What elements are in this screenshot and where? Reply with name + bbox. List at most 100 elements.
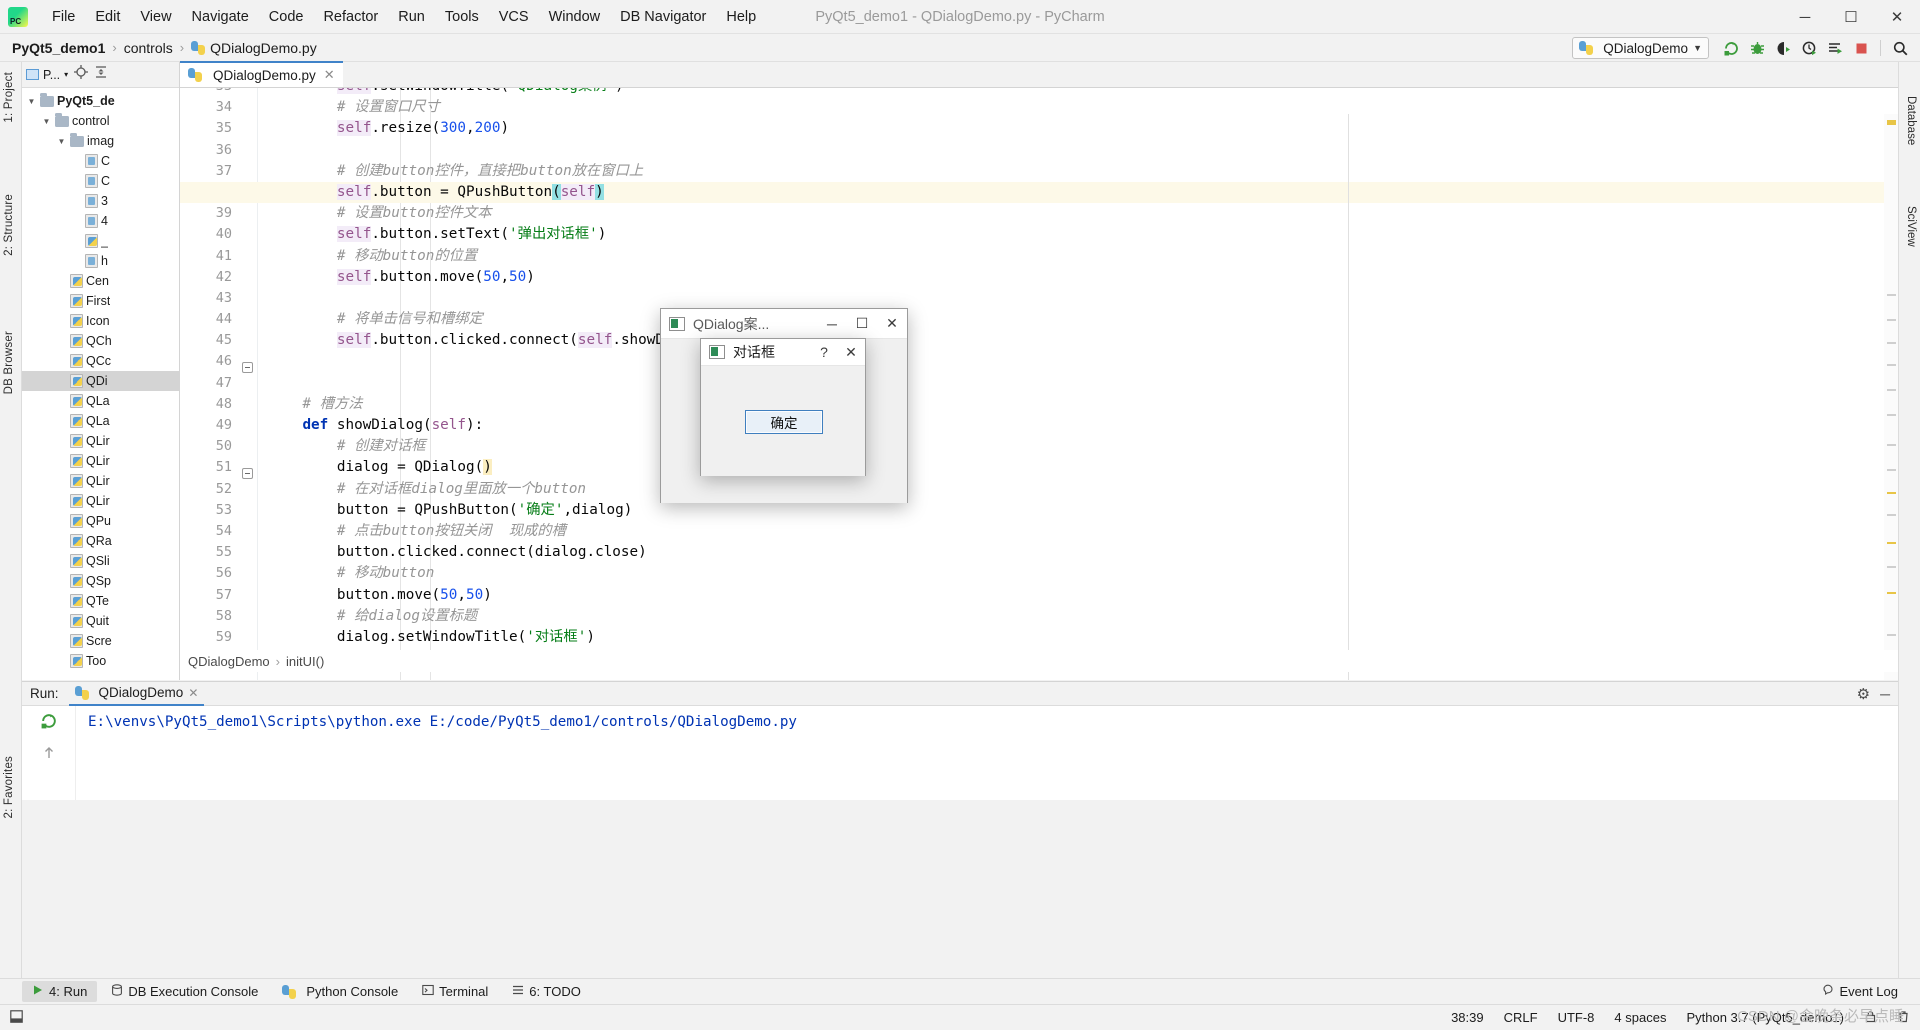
tree-node[interactable]: QLa: [22, 411, 179, 431]
code-line[interactable]: self.button = QPushButton(self): [180, 181, 1898, 204]
tree-node[interactable]: C: [22, 171, 179, 191]
show-tool-windows-icon[interactable]: [10, 1009, 23, 1026]
code-line[interactable]: # 给dialog设置标题: [268, 606, 1898, 627]
warning-marker[interactable]: [1887, 542, 1896, 544]
tree-node[interactable]: QCh: [22, 331, 179, 351]
code-line[interactable]: self.resize(300,200): [268, 118, 1898, 139]
tree-node[interactable]: QDi: [22, 371, 179, 391]
sidebar-item-database[interactable]: Database: [1901, 92, 1920, 149]
breadcrumb-folder[interactable]: controls: [124, 40, 173, 56]
file-encoding[interactable]: UTF-8: [1558, 1010, 1595, 1025]
scroll-up-icon[interactable]: [41, 745, 57, 766]
sidebar-item-sciview[interactable]: SciView: [1901, 202, 1920, 251]
code-line[interactable]: # 移动button: [268, 563, 1898, 584]
tree-node[interactable]: 3: [22, 191, 179, 211]
code-line[interactable]: self.button.setText('弹出对话框'): [268, 224, 1898, 245]
close-icon[interactable]: ✕: [324, 67, 335, 83]
change-marker[interactable]: [1887, 444, 1896, 446]
code-line[interactable]: [268, 140, 1898, 161]
sidebar-item-db-browser[interactable]: DB Browser: [0, 327, 19, 398]
code-line[interactable]: # 点击button按钮关闭 现成的槽: [268, 521, 1898, 542]
line-separator[interactable]: CRLF: [1504, 1010, 1538, 1025]
chevron-down-icon[interactable]: ▼: [26, 97, 37, 106]
code-line[interactable]: self.setWindowTitle('QDialog案例'): [268, 88, 1898, 97]
change-marker[interactable]: [1887, 566, 1896, 568]
debug-icon[interactable]: [1745, 36, 1769, 60]
ok-button[interactable]: 确定: [745, 410, 823, 434]
tree-node[interactable]: QSli: [22, 551, 179, 571]
code-line[interactable]: # 设置button控件文本: [268, 203, 1898, 224]
code-line[interactable]: # 槽方法: [268, 394, 1898, 415]
menu-edit[interactable]: Edit: [85, 5, 130, 29]
maximize-button[interactable]: ☐: [1828, 0, 1874, 34]
breadcrumb-project[interactable]: PyQt5_demo1: [12, 40, 105, 56]
tree-node[interactable]: 4: [22, 211, 179, 231]
tool-button-run[interactable]: 4: Run: [22, 981, 98, 1002]
tree-node[interactable]: ▼ control: [22, 111, 179, 131]
menu-view[interactable]: View: [130, 5, 181, 29]
tree-node[interactable]: Scre: [22, 631, 179, 651]
menu-code[interactable]: Code: [259, 5, 314, 29]
tool-button-terminal[interactable]: Terminal: [412, 981, 498, 1002]
close-icon[interactable]: ✕: [188, 686, 198, 700]
menu-navigate[interactable]: Navigate: [182, 5, 259, 29]
menu-db-navigator[interactable]: DB Navigator: [610, 5, 716, 29]
tree-node[interactable]: QLir: [22, 451, 179, 471]
qdialog-title-bar[interactable]: QDialog案... ─ ☐ ✕: [661, 309, 907, 339]
hide-panel-icon[interactable]: ─: [1880, 686, 1890, 702]
code-editor[interactable]: 3334353637383940414243444546474849505152…: [180, 88, 1898, 680]
qdialog-close-button[interactable]: ✕: [877, 309, 907, 339]
close-button[interactable]: ✕: [1874, 0, 1920, 34]
run-tab-qdialogdemo[interactable]: QDialogDemo ✕: [68, 682, 205, 706]
tree-node[interactable]: QLir: [22, 431, 179, 451]
rerun-icon[interactable]: [1719, 36, 1743, 60]
code-line[interactable]: [268, 288, 1898, 309]
tree-node[interactable]: First: [22, 291, 179, 311]
indent-setting[interactable]: 4 spaces: [1614, 1010, 1666, 1025]
change-marker[interactable]: [1887, 389, 1896, 391]
tree-node[interactable]: QLir: [22, 471, 179, 491]
tree-node[interactable]: h: [22, 251, 179, 271]
tree-node[interactable]: Too: [22, 651, 179, 671]
error-stripe[interactable]: [1884, 114, 1898, 680]
code-line[interactable]: # 设置窗口尺寸: [268, 97, 1898, 118]
tree-node[interactable]: QCc: [22, 351, 179, 371]
code-line[interactable]: # 创建button控件，直接把button放在窗口上: [268, 161, 1898, 182]
breadcrumb-method[interactable]: initUI(): [286, 654, 324, 669]
tree-node[interactable]: ▼ imag: [22, 131, 179, 151]
tree-node[interactable]: C: [22, 151, 179, 171]
code-line[interactable]: self.button.move(50,50): [268, 267, 1898, 288]
qdialog-minimize-button[interactable]: ─: [817, 309, 847, 339]
code-line[interactable]: button.move(50,50): [268, 585, 1898, 606]
run-with-console-icon[interactable]: [1823, 36, 1847, 60]
change-marker[interactable]: [1887, 514, 1896, 516]
collapse-all-icon[interactable]: [94, 65, 108, 84]
breadcrumb-file[interactable]: QDialogDemo.py: [210, 40, 317, 56]
help-button[interactable]: ?: [811, 339, 837, 366]
tree-node[interactable]: QLir: [22, 491, 179, 511]
tree-node[interactable]: QPu: [22, 511, 179, 531]
caret-position[interactable]: 38:39: [1451, 1010, 1484, 1025]
tree-node[interactable]: ▼ PyQt5_de: [22, 91, 179, 111]
code-line[interactable]: # 创建对话框: [268, 436, 1898, 457]
code-line[interactable]: dialog.setWindowTitle('对话框'): [268, 627, 1898, 648]
code-content[interactable]: self.setWindowTitle('QDialog案例') # 设置窗口尺…: [180, 88, 1898, 648]
change-marker[interactable]: [1887, 294, 1896, 296]
tool-button-db-execution-console[interactable]: DB Execution Console: [101, 981, 268, 1002]
change-marker[interactable]: [1887, 634, 1896, 636]
code-line[interactable]: self.button.clicked.connect(self.showDia…: [268, 330, 1898, 351]
change-marker[interactable]: [1887, 319, 1896, 321]
tree-node[interactable]: Cen: [22, 271, 179, 291]
menu-tools[interactable]: Tools: [435, 5, 489, 29]
minimize-button[interactable]: ─: [1782, 0, 1828, 34]
code-line[interactable]: [268, 373, 1898, 394]
sidebar-item-favorites[interactable]: 2: Favorites: [0, 752, 19, 822]
warning-marker[interactable]: [1887, 120, 1896, 125]
stop-icon[interactable]: [1849, 36, 1873, 60]
gear-icon[interactable]: ⚙: [1857, 685, 1870, 703]
menu-vcs[interactable]: VCS: [489, 5, 539, 29]
tree-node[interactable]: Icon: [22, 311, 179, 331]
project-pane-title[interactable]: P... ▾: [26, 68, 68, 82]
tree-node[interactable]: Quit: [22, 611, 179, 631]
change-marker[interactable]: [1887, 414, 1896, 416]
